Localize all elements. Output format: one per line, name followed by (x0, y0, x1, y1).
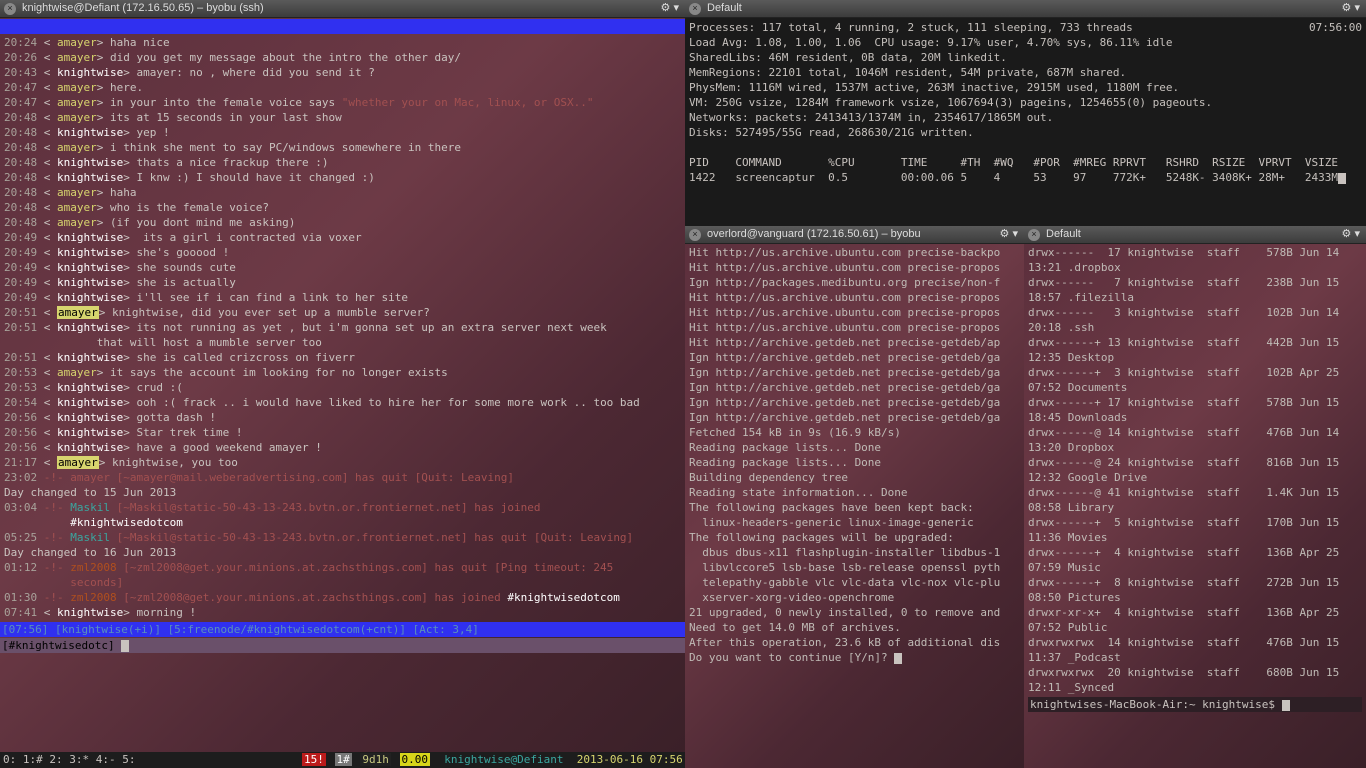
byobu-status: 0: 1:# 2: 3:* 4:- 5: 15! 1# 9d1h 0.00 kn… (0, 752, 685, 768)
gear-icon[interactable]: ⚙ ▾ (998, 227, 1020, 242)
close-icon[interactable]: × (689, 3, 701, 15)
irssi-statusbar: [07:56] [knightwise(+i)] [5:freenode/#kn… (0, 622, 685, 637)
titlebar-left: × knightwise@Defiant (172.16.50.65) – by… (0, 0, 685, 18)
ls-pane: × Default ⚙ ▾ drwx------ 17 knightwise s… (1024, 226, 1366, 768)
window-title: Default (1046, 227, 1340, 242)
titlebar-top: × Default ⚙ ▾ (685, 0, 1366, 18)
window-title: knightwise@Defiant (172.16.50.65) – byob… (22, 1, 659, 16)
close-icon[interactable]: × (1028, 229, 1040, 241)
chat-log: 20:24 < amayer> haha nice20:26 < amayer>… (0, 34, 685, 621)
shell-prompt[interactable]: knightwises-MacBook-Air:~ knightwise$ (1028, 697, 1362, 712)
cursor-icon (121, 640, 129, 652)
gear-icon[interactable]: ⚙ ▾ (1340, 1, 1362, 16)
apt-output[interactable]: Hit http://us.archive.ubuntu.com precise… (685, 244, 1024, 666)
window-title: Default (707, 1, 1340, 16)
apt-pane: × overlord@vanguard (172.16.50.61) – byo… (685, 226, 1024, 768)
input-prompt[interactable]: [#knightwisedotc] (0, 638, 685, 653)
titlebar-apt: × overlord@vanguard (172.16.50.61) – byo… (685, 226, 1024, 244)
close-icon[interactable]: × (4, 3, 16, 15)
titlebar-ls: × Default ⚙ ▾ (1024, 226, 1366, 244)
gear-icon[interactable]: ⚙ ▾ (659, 1, 681, 16)
gear-icon[interactable]: ⚙ ▾ (1340, 227, 1362, 242)
irc-pane: × knightwise@Defiant (172.16.50.65) – by… (0, 0, 685, 768)
top-output: Processes: 117 total, 4 running, 2 stuck… (685, 18, 1366, 187)
top-pane: × Default ⚙ ▾ Processes: 117 total, 4 ru… (685, 0, 1366, 226)
ls-output: drwx------ 17 knightwise staff 578B Jun … (1024, 244, 1366, 713)
topic-bar (0, 19, 685, 34)
close-icon[interactable]: × (689, 229, 701, 241)
window-title: overlord@vanguard (172.16.50.61) – byobu (707, 227, 998, 242)
